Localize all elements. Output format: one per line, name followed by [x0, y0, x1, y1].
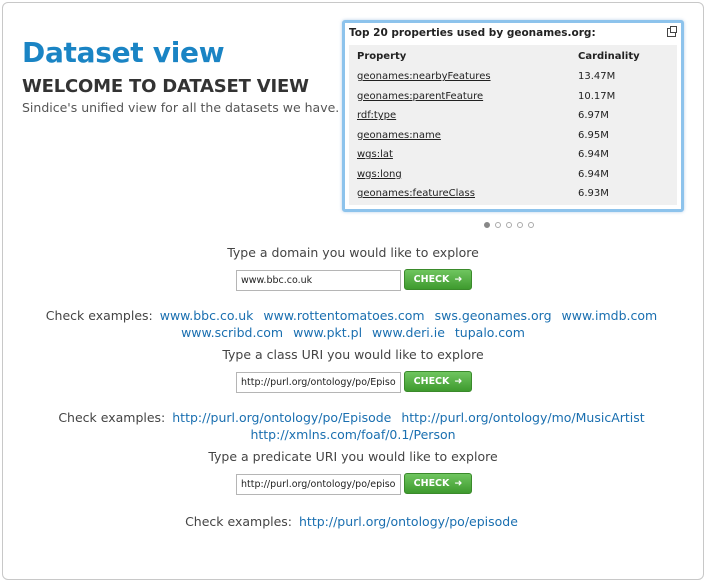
cardinality-value: 6.93M [578, 188, 609, 200]
property-link[interactable]: geonames:nearbyFeatures [349, 67, 570, 87]
example-link[interactable]: www.bbc.co.uk [160, 308, 254, 323]
property-link[interactable]: geonames:name [349, 126, 570, 146]
examples-label: Check examples: [185, 514, 293, 529]
table-header-row: Property Cardinality [349, 45, 677, 67]
example-link[interactable]: www.deri.ie [372, 325, 445, 340]
top-properties-widget: Top 20 properties used by geonames.org: … [342, 20, 684, 212]
cardinality-value: 10.17M [578, 90, 616, 102]
table-row: wgs:lat 6.94M [349, 145, 677, 165]
cardinality-value: 6.95M [578, 129, 609, 141]
examples-label: Check examples: [58, 410, 166, 425]
pagination-dot[interactable] [506, 222, 512, 228]
example-link[interactable]: www.pkt.pl [293, 325, 362, 340]
cardinality-value: 6.97M [578, 110, 609, 122]
example-link[interactable]: sws.geonames.org [435, 308, 552, 323]
cardinality-value: 6.94M [578, 149, 609, 161]
pagination-dot[interactable] [495, 222, 501, 228]
examples-label: Check examples: [45, 308, 153, 323]
properties-table: Property Cardinality geonames:nearbyFeat… [349, 45, 677, 205]
widget-pagination [484, 222, 534, 228]
property-link[interactable]: geonames:parentFeature [349, 87, 570, 107]
domain-examples: Check examples: www.bbc.co.uk www.rotten… [0, 307, 706, 341]
predicate-check-button[interactable]: CHECK ➜ [404, 473, 472, 494]
predicate-prompt: Type a predicate URI you would like to e… [208, 449, 498, 464]
pagination-dot[interactable] [517, 222, 523, 228]
example-link[interactable]: tupalo.com [455, 325, 525, 340]
table-row: geonames:nearbyFeatures 13.47M [349, 67, 677, 87]
predicate-input[interactable] [236, 474, 401, 495]
page-subtitle: WELCOME TO DATASET VIEW [22, 76, 309, 97]
arrow-right-icon: ➜ [454, 376, 463, 387]
check-button-label: CHECK [413, 274, 450, 285]
example-link[interactable]: www.scribd.com [181, 325, 283, 340]
property-link[interactable]: geonames:featureClass [349, 184, 570, 204]
domain-prompt: Type a domain you would like to explore [227, 245, 479, 260]
column-header-property: Property [357, 50, 407, 62]
column-header-cardinality: Cardinality [578, 50, 640, 62]
table-row: geonames:featureClass 6.93M [349, 184, 677, 204]
property-link[interactable]: wgs:lat [349, 145, 570, 165]
table-row: rdf:type 6.97M [349, 106, 677, 126]
example-link[interactable]: http://xmlns.com/foaf/0.1/Person [250, 427, 455, 442]
pagination-dot[interactable] [484, 222, 490, 228]
class-prompt: Type a class URI you would like to explo… [222, 347, 484, 362]
property-link[interactable]: wgs:long [349, 165, 570, 185]
table-row: geonames:parentFeature 10.17M [349, 87, 677, 107]
page-tagline: Sindice's unified view for all the datas… [22, 100, 340, 115]
pagination-dot[interactable] [528, 222, 534, 228]
example-link[interactable]: http://purl.org/ontology/mo/MusicArtist [401, 410, 644, 425]
cardinality-value: 13.47M [578, 71, 616, 83]
class-input[interactable] [236, 372, 401, 393]
widget-title: Top 20 properties used by geonames.org: [349, 27, 596, 39]
table-row: wgs:long 6.94M [349, 165, 677, 185]
class-check-button[interactable]: CHECK ➜ [404, 371, 472, 392]
check-button-label: CHECK [413, 376, 450, 387]
arrow-right-icon: ➜ [454, 274, 463, 285]
example-link[interactable]: www.rottentomatoes.com [263, 308, 424, 323]
property-link[interactable]: rdf:type [349, 106, 570, 126]
predicate-examples: Check examples: http://purl.org/ontology… [0, 513, 706, 530]
check-button-label: CHECK [413, 478, 450, 489]
domain-input[interactable] [236, 270, 401, 291]
example-link[interactable]: http://purl.org/ontology/po/Episode [172, 410, 391, 425]
page-title: Dataset view [22, 36, 225, 69]
example-link[interactable]: http://purl.org/ontology/po/episode [299, 514, 518, 529]
table-row: geonames:name 6.95M [349, 126, 677, 146]
arrow-right-icon: ➜ [454, 478, 463, 489]
cardinality-value: 6.94M [578, 168, 609, 180]
popout-icon[interactable] [667, 26, 677, 37]
class-examples: Check examples: http://purl.org/ontology… [0, 409, 706, 443]
domain-check-button[interactable]: CHECK ➜ [404, 269, 472, 290]
example-link[interactable]: www.imdb.com [562, 308, 658, 323]
